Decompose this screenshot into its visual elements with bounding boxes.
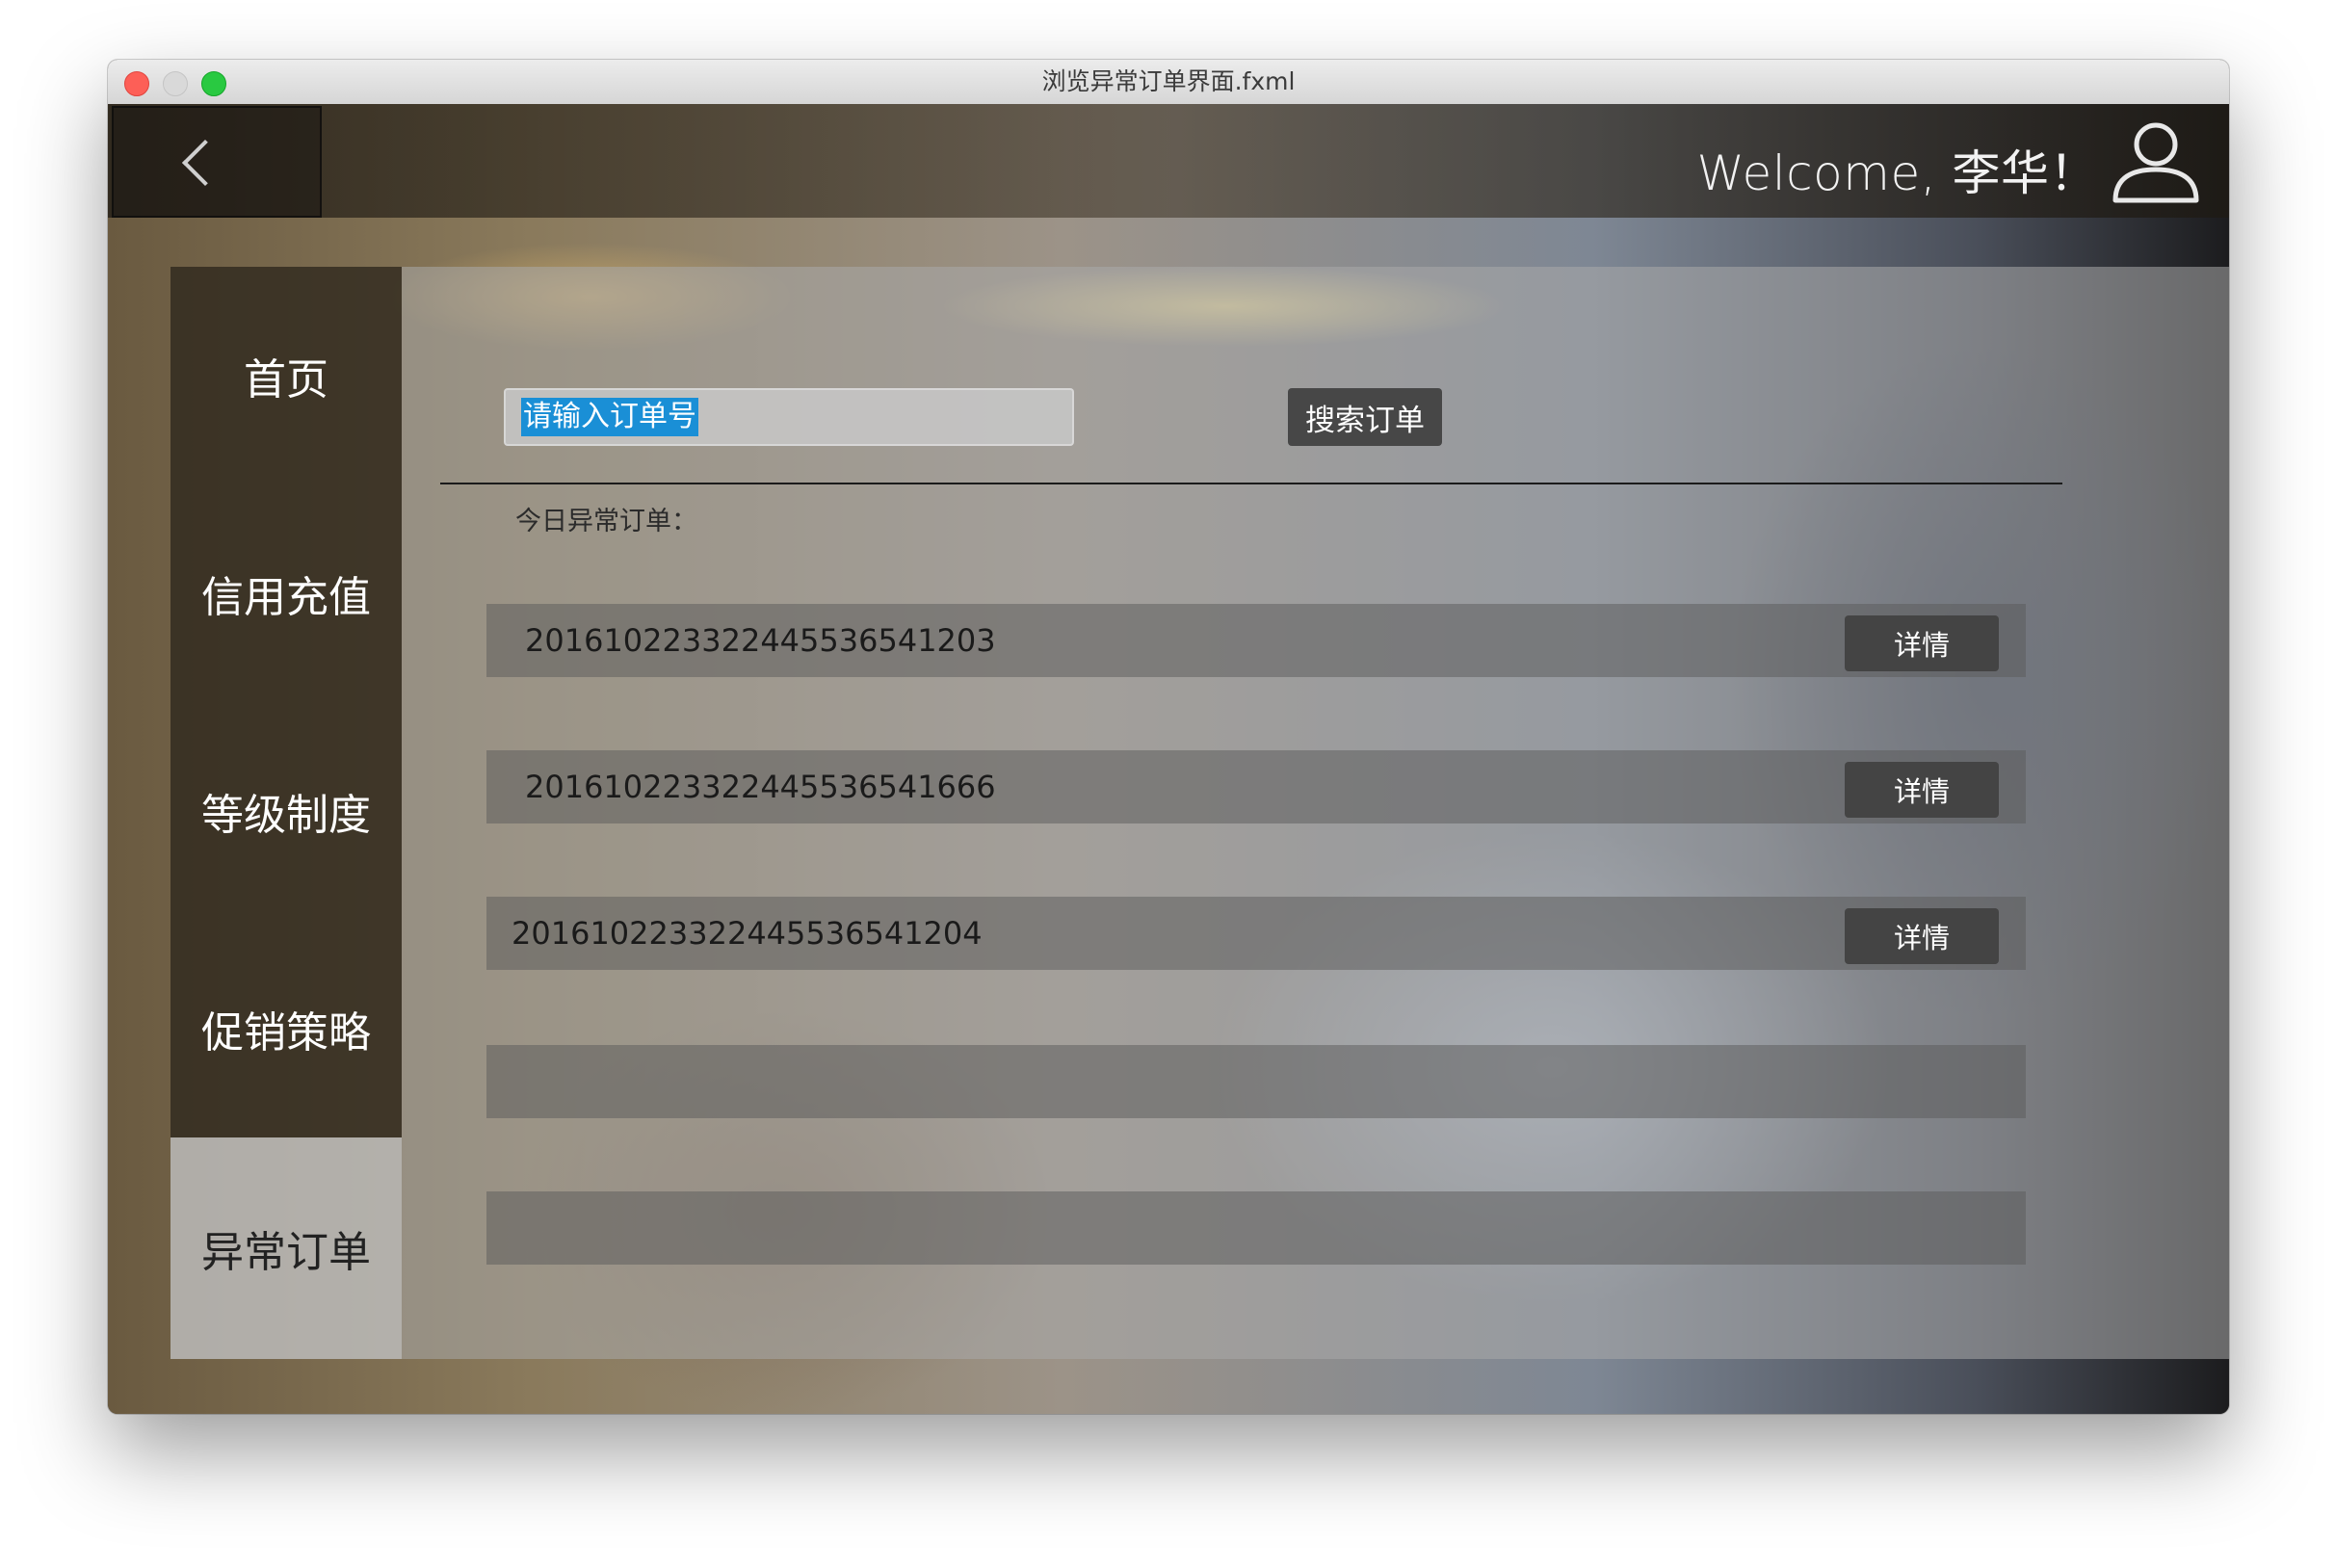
back-button[interactable] bbox=[112, 106, 322, 218]
title-bar: 浏览异常订单界面.fxml bbox=[108, 60, 2229, 105]
order-row-empty bbox=[486, 1045, 2026, 1118]
order-number: 201610223322445536541203 bbox=[525, 622, 996, 659]
divider bbox=[440, 483, 2062, 484]
sidebar-item-label: 信用充值 bbox=[201, 573, 371, 622]
order-row-empty bbox=[486, 1191, 2026, 1265]
order-detail-button[interactable]: 详情 bbox=[1845, 908, 1999, 964]
sidebar-item-home[interactable]: 首页 bbox=[171, 267, 402, 484]
user-icon[interactable] bbox=[2110, 118, 2202, 204]
sidebar-item-promotion-strategy[interactable]: 促销策略 bbox=[171, 920, 402, 1137]
sidebar-item-credit-recharge[interactable]: 信用充值 bbox=[171, 484, 402, 702]
order-number: 201610223322445536541204 bbox=[512, 915, 983, 952]
sidebar-item-level-system[interactable]: 等级制度 bbox=[171, 702, 402, 920]
order-row: 201610223322445536541203 详情 bbox=[486, 604, 2026, 677]
sidebar-item-label: 等级制度 bbox=[201, 791, 371, 840]
sidebar-item-label: 促销策略 bbox=[201, 1008, 371, 1058]
order-detail-button[interactable]: 详情 bbox=[1845, 615, 1999, 671]
sidebar-item-label: 首页 bbox=[244, 355, 328, 405]
search-orders-button[interactable]: 搜索订单 bbox=[1288, 388, 1442, 446]
window-title: 浏览异常订单界面.fxml bbox=[1041, 67, 1296, 95]
order-number: 201610223322445536541666 bbox=[525, 769, 996, 805]
section-label: 今日异常订单： bbox=[515, 507, 697, 536]
order-search-input[interactable]: 请输入订单号 bbox=[504, 388, 1074, 446]
search-placeholder: 请输入订单号 bbox=[521, 398, 698, 436]
order-row: 201610223322445536541666 详情 bbox=[486, 750, 2026, 823]
sidebar-item-label: 异常订单 bbox=[201, 1228, 371, 1277]
chevron-left-icon bbox=[181, 139, 229, 187]
app-window: 浏览异常订单界面.fxml Welcome, 李华！ 首页 信用充值 等级制度 … bbox=[108, 60, 2229, 1414]
order-row: 201610223322445536541204 详情 bbox=[486, 897, 2026, 970]
welcome-text: Welcome, 李华！ bbox=[1696, 145, 2098, 201]
sidebar-nav: 首页 信用充值 等级制度 促销策略 异常订单 bbox=[171, 267, 402, 1359]
order-detail-button[interactable]: 详情 bbox=[1845, 762, 1999, 818]
main-panel: 请输入订单号 搜索订单 今日异常订单： 20161022332244553654… bbox=[402, 267, 2229, 1359]
sidebar-item-abnormal-orders[interactable]: 异常订单 bbox=[171, 1137, 402, 1359]
